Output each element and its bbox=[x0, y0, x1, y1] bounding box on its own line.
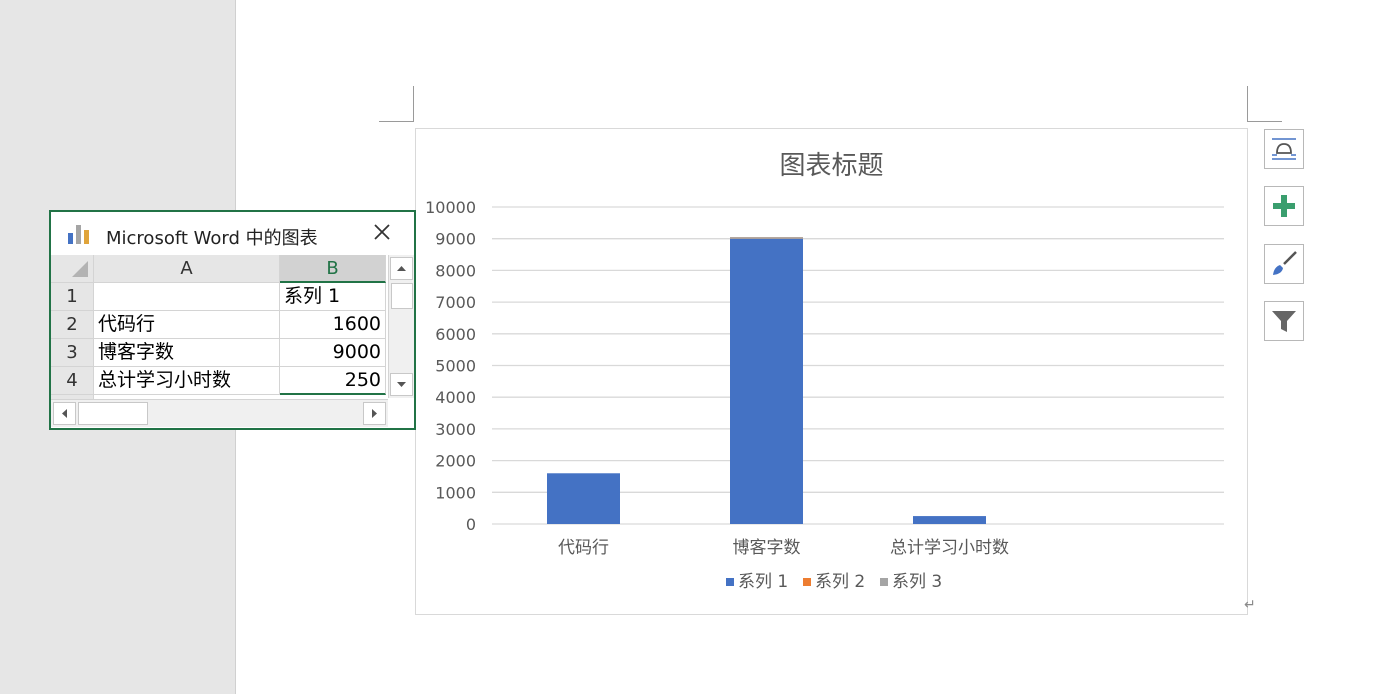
legend-label: 系列 3 bbox=[892, 572, 942, 592]
x-tick-label: 总计学习小时数 bbox=[890, 538, 1009, 558]
y-tick-label: 7000 bbox=[435, 293, 476, 312]
chart-elements-icon bbox=[1273, 195, 1295, 217]
x-tick-label: 代码行 bbox=[558, 538, 609, 558]
chevron-right-icon bbox=[372, 409, 377, 418]
scroll-thumb[interactable] bbox=[78, 402, 148, 425]
close-icon[interactable] bbox=[372, 222, 392, 242]
crop-mark-top-left-h bbox=[379, 121, 413, 122]
scroll-thumb[interactable] bbox=[391, 283, 413, 309]
cell-a2[interactable]: 代码行 bbox=[94, 311, 280, 339]
chevron-up-icon bbox=[397, 266, 406, 271]
legend-label: 系列 1 bbox=[738, 572, 788, 592]
y-tick-label: 3000 bbox=[435, 420, 476, 439]
bar-chart: 1000090008000700060005000400030002000100… bbox=[425, 198, 1224, 592]
cell-b1[interactable]: 系列 1 bbox=[280, 283, 386, 311]
row-header[interactable]: 1 bbox=[51, 283, 94, 311]
column-header-b[interactable]: B bbox=[280, 255, 386, 283]
cell-a1[interactable] bbox=[94, 283, 280, 311]
layout-options-icon bbox=[1272, 138, 1296, 160]
chart-filters-button[interactable] bbox=[1264, 301, 1304, 341]
chart-data-window[interactable]: Microsoft Word 中的图表 A B 1 系列 1 2 代码行 160… bbox=[49, 210, 416, 430]
bar bbox=[730, 238, 803, 524]
cell-b3[interactable]: 9000 bbox=[280, 339, 386, 367]
column-header-a[interactable]: A bbox=[94, 255, 280, 283]
y-tick-label: 9000 bbox=[435, 230, 476, 249]
scroll-right-button[interactable] bbox=[363, 402, 386, 425]
legend-swatch bbox=[880, 578, 888, 586]
cell-a4[interactable]: 总计学习小时数 bbox=[94, 367, 280, 395]
bar bbox=[730, 237, 803, 239]
y-tick-label: 4000 bbox=[435, 388, 476, 407]
chart-styles-icon bbox=[1273, 251, 1297, 275]
select-all-corner[interactable] bbox=[51, 255, 94, 283]
y-tick-label: 2000 bbox=[435, 452, 476, 471]
cell-a3[interactable]: 博客字数 bbox=[94, 339, 280, 367]
crop-mark-top-right-v bbox=[1247, 86, 1248, 122]
row-header[interactable]: 2 bbox=[51, 311, 94, 339]
cell-b2[interactable]: 1600 bbox=[280, 311, 386, 339]
vertical-scrollbar[interactable] bbox=[388, 255, 414, 398]
y-tick-label: 10000 bbox=[425, 198, 476, 217]
row-header[interactable]: 3 bbox=[51, 339, 94, 367]
chart-icon bbox=[68, 225, 89, 244]
y-tick-label: 6000 bbox=[435, 325, 476, 344]
scroll-left-button[interactable] bbox=[53, 402, 76, 425]
chart-elements-button[interactable] bbox=[1264, 186, 1304, 226]
x-tick-label: 博客字数 bbox=[733, 538, 801, 558]
legend-swatch bbox=[726, 578, 734, 586]
cell-b4[interactable]: 250 bbox=[280, 367, 386, 395]
legend-swatch bbox=[803, 578, 811, 586]
chevron-down-icon bbox=[397, 382, 406, 387]
layout-options-button[interactable] bbox=[1264, 129, 1304, 169]
chart-styles-button[interactable] bbox=[1264, 244, 1304, 284]
y-tick-label: 0 bbox=[466, 515, 476, 534]
crop-mark-top-left-v bbox=[413, 86, 414, 122]
paragraph-mark-icon: ↵ bbox=[1244, 597, 1256, 613]
chart-area[interactable]: 图表标题 10000 9000 8000 7000 6000 5000 4000 3000 20… bbox=[415, 128, 1248, 615]
bar bbox=[547, 473, 620, 524]
y-tick-label: 1000 bbox=[435, 483, 476, 502]
y-tick-label: 5000 bbox=[435, 357, 476, 376]
bar bbox=[913, 516, 986, 524]
y-tick-label: 8000 bbox=[435, 261, 476, 280]
crop-mark-top-right-h bbox=[1248, 121, 1282, 122]
scroll-down-button[interactable] bbox=[390, 373, 413, 396]
chart-filters-icon bbox=[1272, 311, 1296, 332]
chevron-left-icon bbox=[62, 409, 67, 418]
row-header[interactable]: 4 bbox=[51, 367, 94, 395]
scroll-up-button[interactable] bbox=[390, 257, 413, 280]
horizontal-scrollbar[interactable] bbox=[51, 399, 388, 427]
window-title-bar[interactable]: Microsoft Word 中的图表 bbox=[51, 212, 414, 255]
triangle-icon bbox=[72, 261, 88, 277]
window-title: Microsoft Word 中的图表 bbox=[106, 228, 318, 249]
legend-label: 系列 2 bbox=[815, 572, 865, 592]
